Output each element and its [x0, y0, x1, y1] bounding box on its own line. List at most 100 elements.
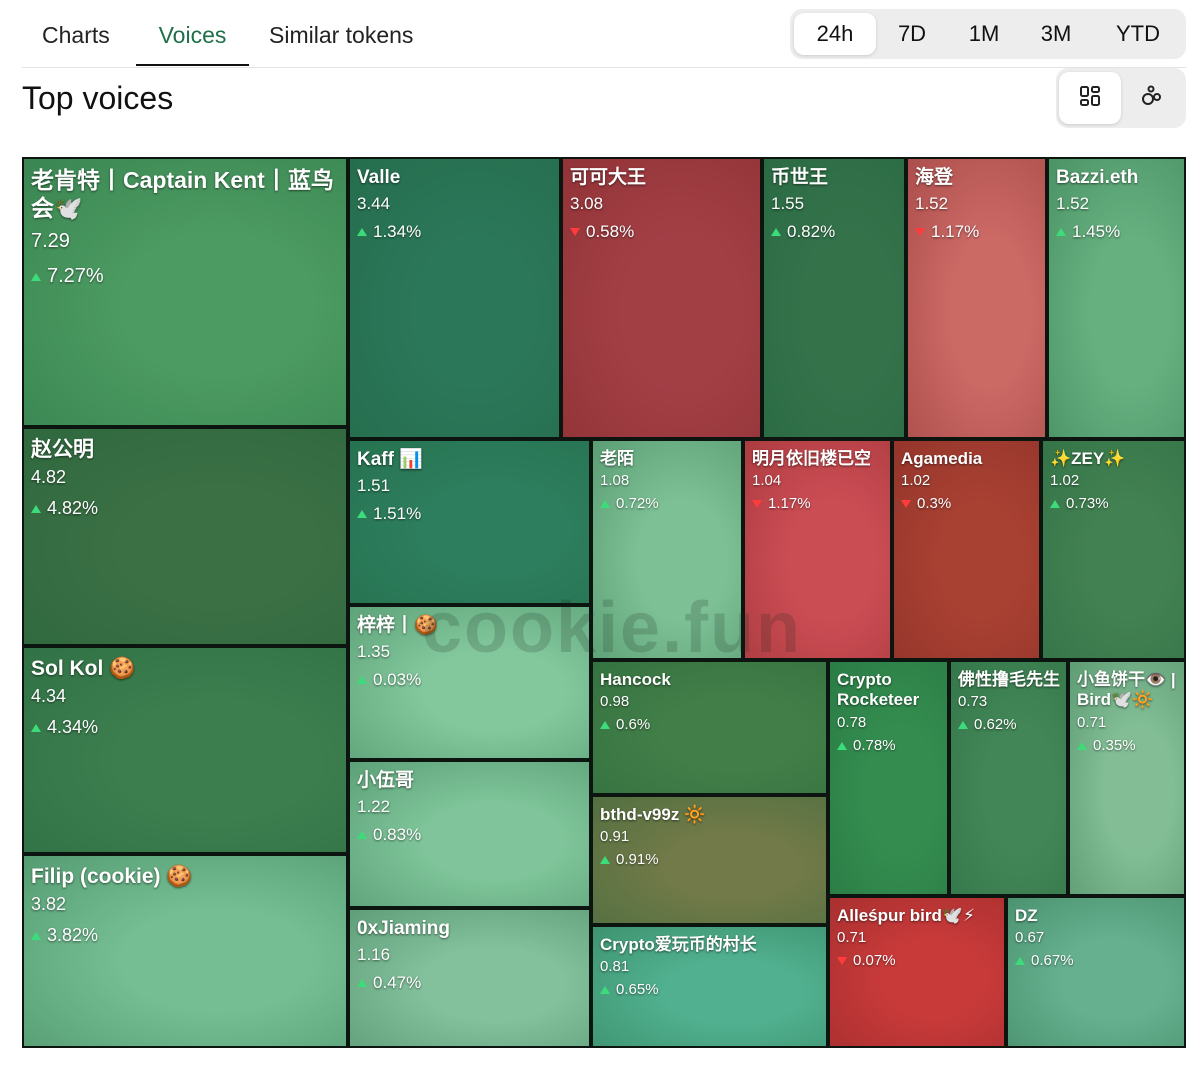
voice-score: 1.16 — [357, 944, 391, 964]
voice-info: bthd-v99z 🔆 0.91 0.91% — [600, 805, 822, 868]
up-arrow-icon — [1015, 957, 1025, 966]
voice-score: 1.35 — [357, 641, 391, 661]
voice-name: Crypto爱玩币的村长 — [600, 935, 757, 954]
voice-tile[interactable]: ✨ZEY✨ 1.02 0.73% — [1041, 439, 1186, 660]
voice-change: 1.17% — [752, 495, 886, 512]
voice-change-value: 0.91% — [616, 851, 659, 869]
voice-tile[interactable]: 海登 1.52 1.17% — [906, 157, 1047, 439]
voice-info: 赵公明 4.82 4.82% — [31, 437, 342, 519]
bubble-view-button[interactable] — [1121, 72, 1183, 124]
voice-tile[interactable]: Crypto爱玩币的村长 0.81 0.65% — [591, 925, 828, 1048]
voice-info: 小伍哥 1.22 0.83% — [357, 770, 585, 845]
voice-score: 1.08 — [600, 472, 630, 490]
voice-tile[interactable]: 明月依旧楼已空 1.04 1.17% — [743, 439, 892, 660]
down-arrow-icon — [570, 228, 580, 237]
voice-tile[interactable]: Sol Kol 🍪 4.34 4.34% — [22, 646, 348, 854]
voice-info: Bazzi.eth 1.52 1.45% — [1056, 167, 1180, 242]
voice-change-value: 0.82% — [787, 221, 836, 241]
range-ytd-button[interactable]: YTD — [1102, 13, 1174, 55]
down-arrow-icon — [752, 500, 762, 509]
voice-tile[interactable]: DZ 0.67 0.67% — [1006, 896, 1186, 1048]
voice-tile[interactable]: Bazzi.eth 1.52 1.45% — [1047, 157, 1186, 439]
voice-tile[interactable]: 币世王 1.55 0.82% — [762, 157, 906, 439]
voice-name: 小伍哥 — [357, 770, 415, 791]
voice-score: 1.02 — [1050, 472, 1080, 490]
voice-info: 佛性撸毛先生 0.73 0.62% — [958, 670, 1062, 733]
voice-score: 0.71 — [837, 929, 867, 947]
up-arrow-icon — [958, 721, 968, 730]
voice-tile[interactable]: Filip (cookie) 🍪 3.82 3.82% — [22, 854, 348, 1048]
voice-change: 0.6% — [600, 716, 822, 733]
voice-change-value: 0.62% — [974, 716, 1017, 734]
voice-tile[interactable]: 小伍哥 1.22 0.83% — [348, 760, 591, 908]
voice-name: Kaff 📊 — [357, 449, 423, 470]
up-arrow-icon — [837, 741, 847, 750]
grid-view-button[interactable] — [1059, 72, 1121, 124]
voice-change: 0.78% — [837, 737, 943, 754]
voice-change-value: 0.03% — [373, 669, 422, 689]
voice-change: 0.65% — [600, 981, 822, 998]
voice-tile[interactable]: 赵公明 4.82 4.82% — [22, 427, 348, 646]
voice-tile[interactable]: Valle 3.44 1.34% — [348, 157, 561, 439]
voice-change-value: 7.27% — [47, 265, 104, 288]
voice-tile[interactable]: Agamedia 1.02 0.3% — [892, 439, 1041, 660]
voice-tile[interactable]: Hancock 0.98 0.6% — [591, 660, 828, 795]
voice-info: Valle 3.44 1.34% — [357, 167, 555, 242]
voice-tile[interactable]: Alleśpur bird🕊️⚡ 0.71 0.07% — [828, 896, 1006, 1048]
range-3m-button[interactable]: 3M — [1020, 13, 1092, 55]
voice-tile[interactable]: 梓梓丨🍪 1.35 0.03% — [348, 605, 591, 760]
page-title: Top voices — [22, 80, 174, 116]
voice-change: 0.3% — [901, 495, 1035, 512]
range-7d-button[interactable]: 7D — [876, 13, 948, 55]
voice-info: 小鱼饼干👁️ | Bird🕊️🔆 0.71 0.35% — [1077, 670, 1180, 754]
voice-name: 小鱼饼干👁️ | Bird🕊️🔆 — [1077, 670, 1176, 710]
voice-change: 1.45% — [1056, 222, 1180, 242]
voice-change-value: 1.45% — [1072, 221, 1121, 241]
voice-tile[interactable]: 可可大王 3.08 0.58% — [561, 157, 762, 439]
voice-tile[interactable]: 佛性撸毛先生 0.73 0.62% — [949, 660, 1068, 896]
up-arrow-icon — [31, 932, 41, 941]
tab-charts[interactable]: Charts — [42, 22, 110, 66]
up-arrow-icon — [357, 831, 367, 840]
voice-change-value: 0.67% — [1031, 952, 1074, 970]
voice-name: Bazzi.eth — [1056, 167, 1139, 188]
voice-tile[interactable]: 老陌 1.08 0.72% — [591, 439, 743, 660]
voice-score: 1.04 — [752, 472, 782, 490]
tab-similar-tokens[interactable]: Similar tokens — [269, 22, 413, 66]
voice-tile[interactable]: Kaff 📊 1.51 1.51% — [348, 439, 591, 605]
voice-tile[interactable]: 老肯特丨Captain Kent丨蓝鸟会🕊️ 7.29 7.27% — [22, 157, 348, 427]
voice-change: 0.91% — [600, 851, 822, 868]
voice-tile[interactable]: bthd-v99z 🔆 0.91 0.91% — [591, 795, 828, 925]
voice-change-value: 0.65% — [616, 981, 659, 999]
voice-score: 3.08 — [570, 193, 604, 213]
voice-name: Sol Kol 🍪 — [31, 657, 136, 680]
voice-name: 可可大王 — [570, 167, 647, 188]
voice-info: Kaff 📊 1.51 1.51% — [357, 449, 585, 524]
voice-change: 0.72% — [600, 495, 737, 512]
up-arrow-icon — [1077, 741, 1087, 750]
voice-change: 0.47% — [357, 973, 585, 993]
grid-icon — [1078, 84, 1102, 113]
voice-info: 0xJiaming 1.16 0.47% — [357, 918, 585, 993]
voice-info: 梓梓丨🍪 1.35 0.03% — [357, 615, 585, 690]
voice-tile[interactable]: 0xJiaming 1.16 0.47% — [348, 908, 591, 1048]
voice-change: 4.34% — [31, 717, 342, 738]
voice-change: 1.17% — [915, 222, 1041, 242]
voice-score: 0.67 — [1015, 929, 1045, 947]
voice-change: 0.35% — [1077, 737, 1180, 754]
voice-score: 3.44 — [357, 193, 391, 213]
range-24h-button[interactable]: 24h — [794, 13, 876, 55]
down-arrow-icon — [901, 500, 911, 509]
voice-tile[interactable]: 小鱼饼干👁️ | Bird🕊️🔆 0.71 0.35% — [1068, 660, 1186, 896]
voice-info: Alleśpur bird🕊️⚡ 0.71 0.07% — [837, 906, 1000, 969]
voice-change-value: 1.17% — [768, 495, 811, 513]
voice-score: 1.22 — [357, 796, 391, 816]
voice-score: 3.82 — [31, 894, 67, 915]
tab-voices[interactable]: Voices — [136, 22, 249, 66]
up-arrow-icon — [357, 979, 367, 988]
voice-change-value: 0.47% — [373, 972, 422, 992]
up-arrow-icon — [31, 724, 41, 733]
voice-tile[interactable]: Crypto Rocketeer 0.78 0.78% — [828, 660, 949, 896]
voice-info: Agamedia 1.02 0.3% — [901, 449, 1035, 512]
range-1m-button[interactable]: 1M — [948, 13, 1020, 55]
